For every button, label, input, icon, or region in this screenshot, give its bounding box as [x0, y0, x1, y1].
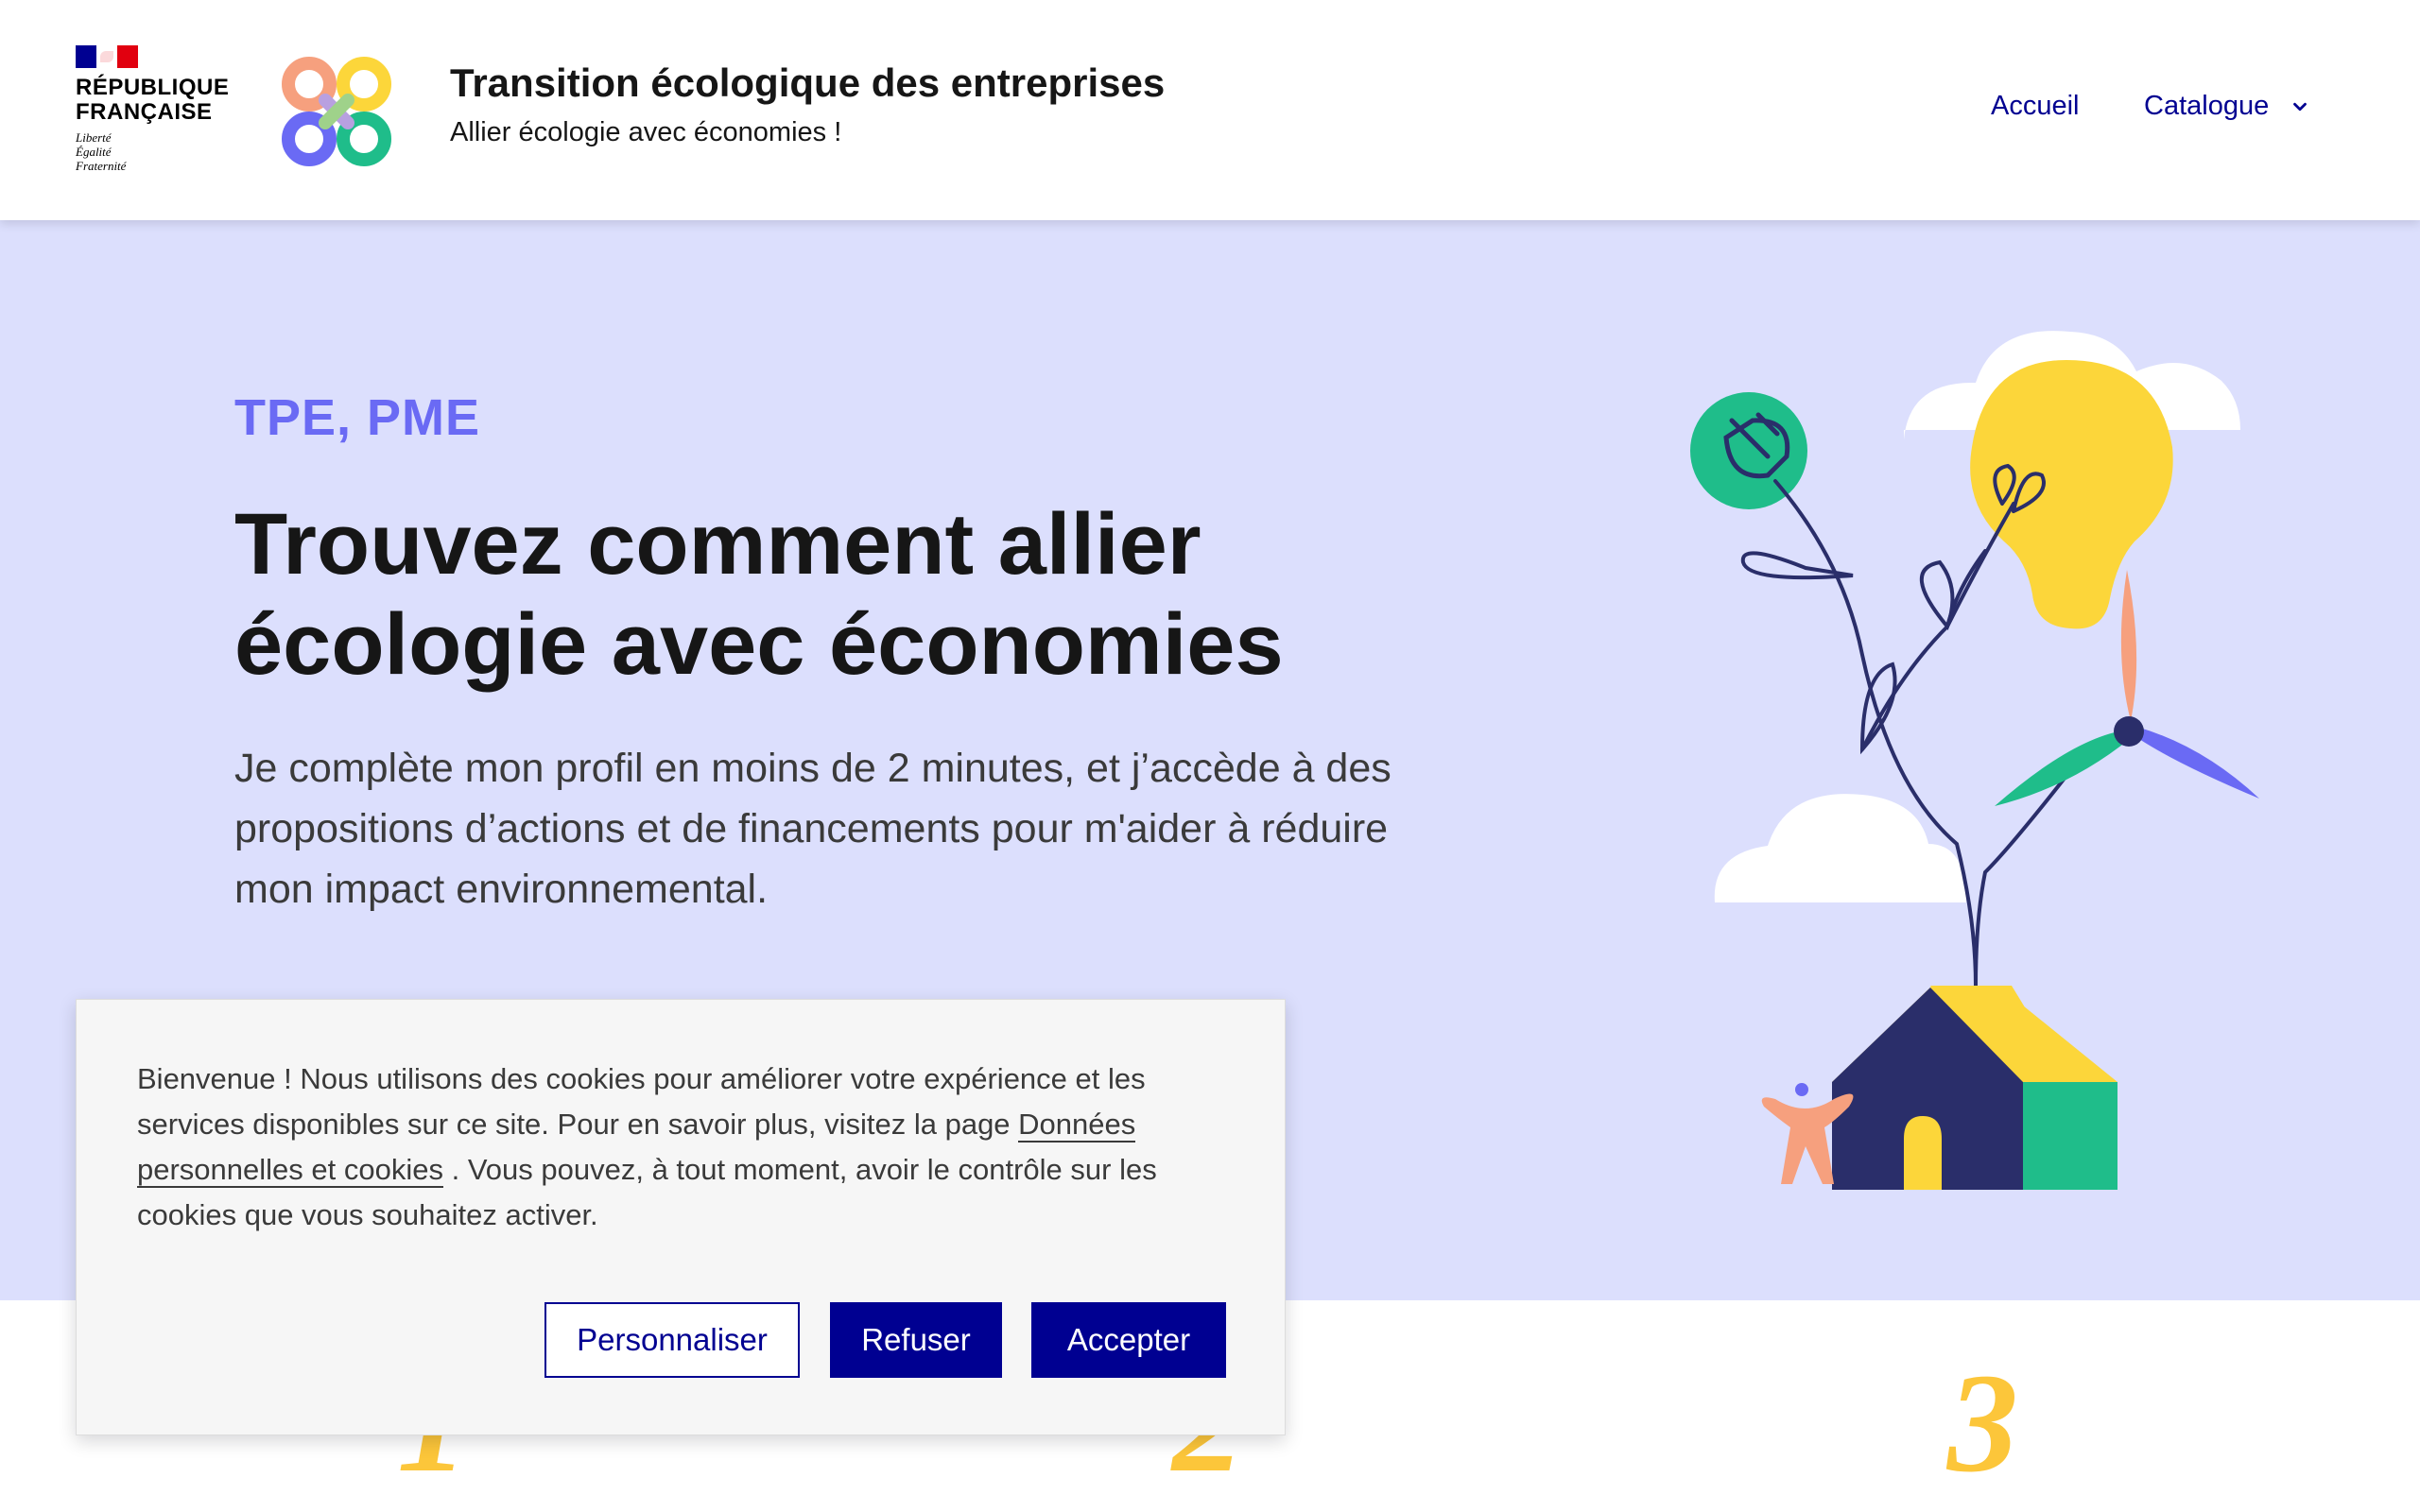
site-title[interactable]: Transition écologique des entreprises [450, 60, 1165, 106]
step-number-3: 3 [1947, 1345, 2018, 1502]
site-header: RÉPUBLIQUE FRANÇAISE Liberté Égalité Fra… [0, 0, 2420, 220]
site-tagline: Allier écologie avec économies ! [450, 117, 842, 147]
hero-title: Trouvez comment allier écologie avec éco… [234, 496, 1284, 693]
republic-name: RÉPUBLIQUE FRANÇAISE [76, 75, 230, 125]
cookie-text-intro: Bienvenue ! Nous utilisons des cookies p… [137, 1062, 1146, 1141]
republic-motto: Liberté Égalité Fraternité [76, 130, 127, 173]
cookie-consent-banner: Bienvenue ! Nous utilisons des cookies p… [76, 999, 1286, 1435]
hero-audience-tag: TPE, PME [234, 389, 481, 446]
accept-button[interactable]: Accepter [1031, 1302, 1226, 1378]
hero-description: Je complète mon profil en moins de 2 min… [234, 746, 1392, 912]
chevron-down-icon [2293, 102, 2308, 111]
nav-home-link[interactable]: Accueil [1991, 91, 2080, 122]
refuse-button[interactable]: Refuser [830, 1302, 1002, 1378]
french-flag-icon [76, 45, 138, 68]
eco-house-plant-illustration [1690, 331, 2259, 1190]
nav-catalog-menu[interactable]: Catalogue [2144, 91, 2310, 122]
nav-catalog-label: Catalogue [2144, 91, 2270, 121]
personalize-button[interactable]: Personnaliser [544, 1302, 800, 1378]
operator-logo-icon[interactable] [280, 55, 393, 168]
republique-francaise-logo[interactable]: RÉPUBLIQUE FRANÇAISE Liberté Égalité Fra… [76, 45, 236, 187]
cookie-consent-text: Bienvenue ! Nous utilisons des cookies p… [137, 1057, 1234, 1238]
